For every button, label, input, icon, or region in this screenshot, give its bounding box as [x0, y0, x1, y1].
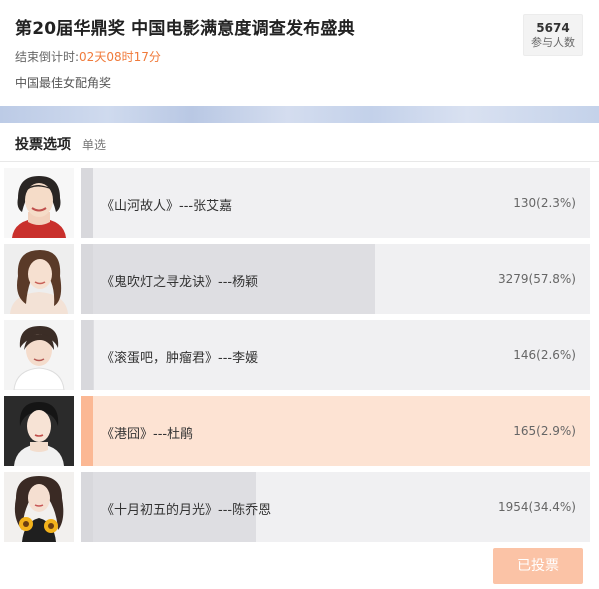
- option-marker: [81, 472, 93, 542]
- award-name: 中国最佳女配角奖: [15, 76, 112, 90]
- option-result: 3279(57.8%): [497, 272, 576, 286]
- poll-option-3[interactable]: 《滚蛋吧，肿瘤君》---李媛 146(2.6%): [4, 320, 590, 390]
- option-result: 165(2.9%): [513, 424, 576, 438]
- option-result: 1954(34.4%): [497, 500, 576, 514]
- avatar: [4, 168, 74, 238]
- selection-mode: 单选: [82, 138, 107, 152]
- avatar: [4, 472, 74, 542]
- selected-marker: [81, 396, 93, 466]
- participants-label: 参与人数: [531, 36, 575, 49]
- option-marker: [81, 320, 93, 390]
- participants-count: 5674: [536, 21, 570, 35]
- voted-button[interactable]: 已投票: [493, 548, 583, 584]
- option-label: 《十月初五的月光》---陈乔恩: [101, 503, 272, 518]
- option-result: 130(2.3%): [513, 196, 576, 210]
- avatar: [4, 320, 74, 390]
- countdown-time: 02天08时17分: [79, 50, 161, 64]
- avatar: [4, 396, 74, 466]
- participants-box: 5674 参与人数: [523, 14, 583, 56]
- decorative-banner: [0, 106, 599, 123]
- option-label: 《港囧》---杜鹃: [101, 427, 194, 442]
- option-label: 《山河故人》---张艾嘉: [101, 199, 233, 214]
- option-marker: [81, 168, 93, 238]
- avatar: [4, 244, 74, 314]
- poll-option-4[interactable]: 《港囧》---杜鹃 165(2.9%): [4, 396, 590, 466]
- poll-header: 第20届华鼎奖 中国电影满意度调查发布盛典 结束倒计时:02天08时17分 中国…: [0, 0, 599, 106]
- countdown-label: 结束倒计时:: [15, 50, 80, 64]
- poll-option-5[interactable]: 《十月初五的月光》---陈乔恩 1954(34.4%): [4, 472, 590, 542]
- countdown: 结束倒计时:02天08时17分: [15, 48, 161, 65]
- option-marker: [81, 244, 93, 314]
- poll-option-2[interactable]: 《鬼吹灯之寻龙诀》---杨颖 3279(57.8%): [4, 244, 590, 314]
- options-title: 投票选项: [15, 137, 71, 153]
- option-result: 146(2.6%): [513, 348, 576, 362]
- options-header: 投票选项 单选: [0, 123, 599, 162]
- page-title: 第20届华鼎奖 中国电影满意度调查发布盛典: [15, 19, 355, 39]
- option-label: 《鬼吹灯之寻龙诀》---杨颖: [101, 275, 259, 290]
- poll-option-1[interactable]: 《山河故人》---张艾嘉 130(2.3%): [4, 168, 590, 238]
- option-label: 《滚蛋吧，肿瘤君》---李媛: [101, 351, 259, 366]
